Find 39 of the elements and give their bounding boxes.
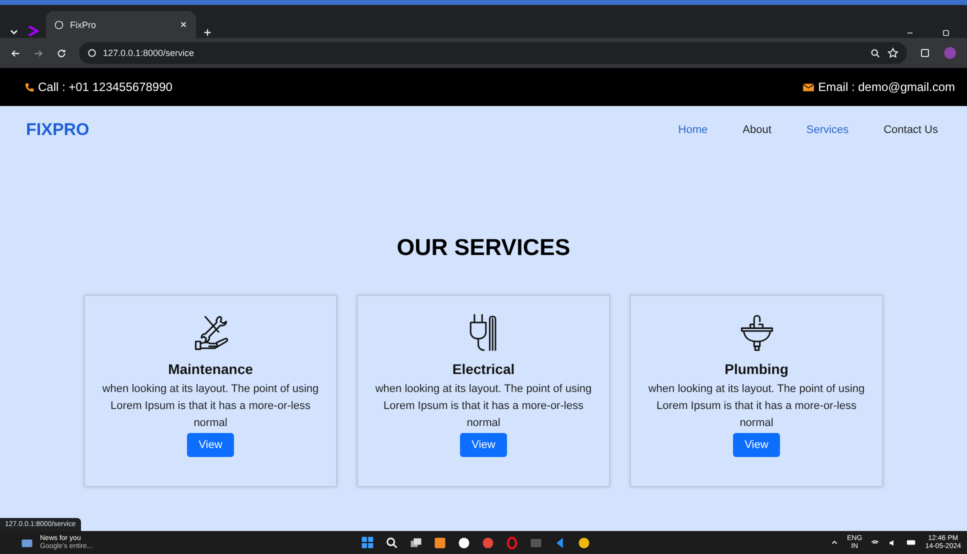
phone-number: Call : +01 123455678990	[38, 80, 172, 94]
tab-title: FixPro	[70, 20, 96, 30]
view-button[interactable]: View	[732, 433, 780, 457]
section-heading: OUR SERVICES	[396, 234, 570, 261]
star-icon	[887, 47, 899, 59]
view-button[interactable]: View	[186, 433, 234, 457]
phone-icon	[24, 82, 35, 92]
chevron-up-icon	[830, 538, 840, 547]
close-icon	[179, 20, 188, 29]
mail-icon	[802, 80, 816, 94]
nav-link[interactable]: Contact Us	[884, 124, 938, 136]
browser-tab[interactable]: FixPro	[46, 11, 196, 38]
back-icon	[10, 48, 21, 58]
search-icon	[385, 536, 399, 550]
app-icon	[433, 536, 447, 550]
task-view-icon	[409, 536, 423, 550]
battery-icon	[906, 537, 918, 548]
card-title: Electrical	[452, 361, 515, 377]
reload-icon	[56, 48, 67, 58]
email-address: Email : demo@gmail.com	[818, 80, 955, 94]
restore-icon	[941, 28, 951, 38]
card-title: Plumbing	[724, 361, 788, 377]
view-button[interactable]: View	[460, 433, 508, 457]
logo[interactable]: FIXPRO	[26, 120, 644, 140]
forward-icon	[33, 48, 44, 58]
card-description: when looking at its layout. The point of using Lorem Ipsum is that it has a more-or-less normal	[374, 382, 593, 431]
app-icon	[457, 536, 471, 550]
opera-icon	[505, 536, 519, 550]
profile-icon	[943, 46, 957, 60]
address-bar[interactable]: 127.0.0.1:8000/service	[79, 42, 907, 64]
nav-link[interactable]: About	[742, 124, 772, 136]
card-title: Maintenance	[168, 361, 253, 377]
nav-link[interactable]: Home	[678, 124, 708, 136]
card-description: when looking at its layout. The point of using Lorem Ipsum is that it has a more-or-less normal	[101, 382, 320, 431]
nav-link[interactable]: Services	[806, 124, 849, 136]
new-tab-icon	[202, 27, 213, 38]
zoom-icon	[870, 48, 881, 58]
card-description: when looking at its layout. The point of using Lorem Ipsum is that it has a more-or-less normal	[647, 382, 866, 431]
start-icon	[360, 535, 375, 550]
